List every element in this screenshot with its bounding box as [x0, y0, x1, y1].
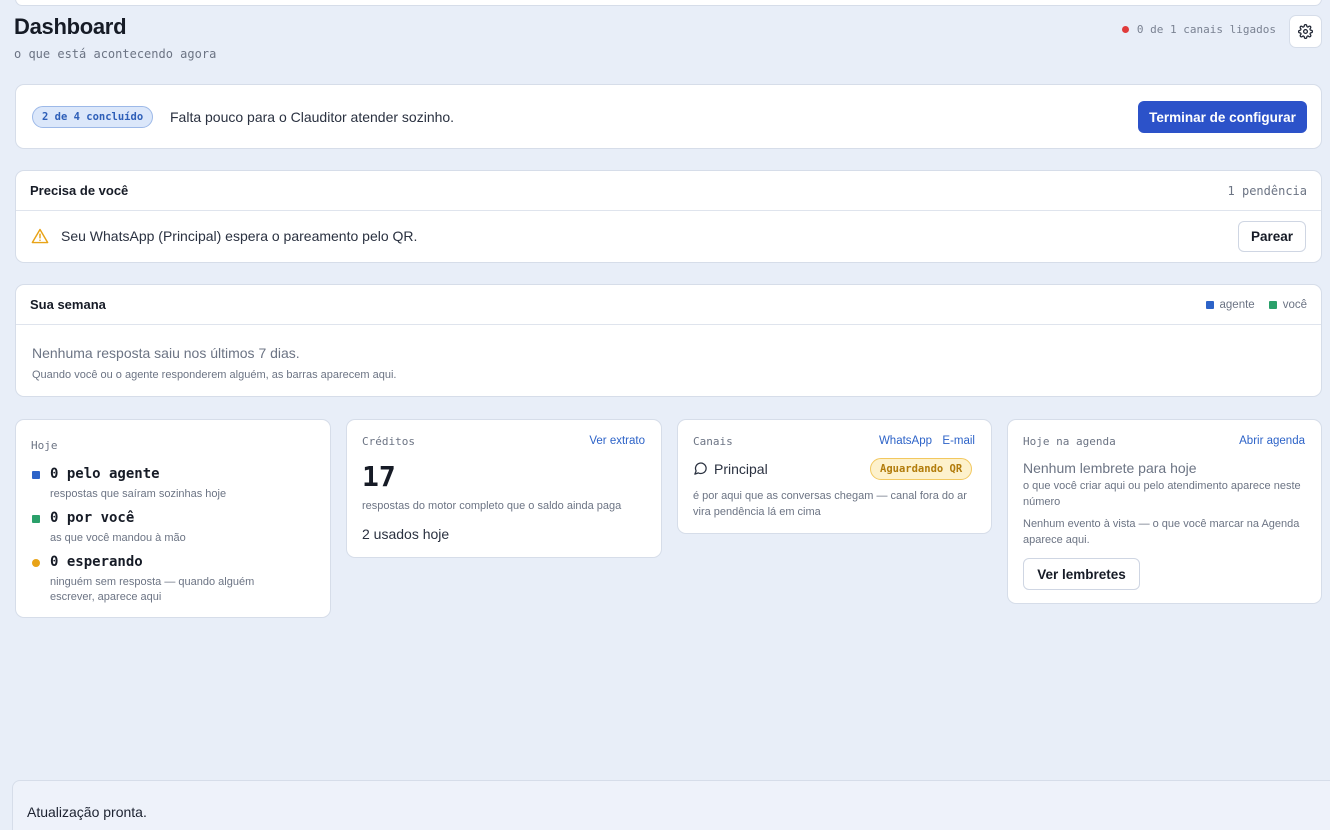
page-subtitle: o que está acontecendo agora [14, 47, 217, 61]
channel-status-badge: Aguardando QR [870, 458, 973, 480]
you-square [32, 515, 40, 523]
credits-value: 17 [362, 460, 396, 493]
finish-setup-button[interactable]: Terminar de configurar [1138, 101, 1307, 133]
pair-button[interactable]: Parear [1238, 221, 1306, 252]
week-header: Sua semana agente você [16, 285, 1321, 325]
agenda-events-text: Nenhum evento à vista — o que você marca… [1023, 518, 1300, 546]
today-you-desc: as que você mandou à mão [50, 532, 186, 544]
today-agent-desc: respostas que saíram sozinhas hoje [50, 488, 227, 500]
pending-count: 1 pendência [1227, 183, 1307, 198]
credits-card: Créditos Ver extrato 17 respostas do mot… [346, 419, 662, 558]
channel-name: Principal [714, 461, 768, 477]
legend-item-agent: agente [1205, 298, 1255, 311]
update-toast: Atualização pronta. [12, 780, 1330, 830]
channels-status: 0 de 1 canais ligados [1121, 23, 1276, 36]
setup-progress-badge: 2 de 4 concluído [32, 106, 154, 128]
today-agent-count: 0 pelo agente [50, 466, 160, 482]
week-empty-text: Nenhuma resposta saiu nos últimos 7 dias… [32, 345, 300, 361]
waiting-dot [32, 559, 40, 567]
credits-desc: respostas do motor completo que o saldo … [362, 500, 622, 512]
email-link[interactable]: E-mail [942, 435, 975, 447]
warning-icon [31, 228, 49, 244]
channels-status-text: 0 de 1 canais ligados [1136, 23, 1276, 36]
gear-icon [1298, 24, 1313, 39]
chat-bubble-icon [694, 462, 707, 475]
setup-progress-card: 2 de 4 concluído Falta pouco para o Clau… [15, 84, 1322, 149]
pending-alert-text: Seu WhatsApp (Principal) espera o paream… [61, 228, 418, 244]
week-hint: Quando você ou o agente responderem algu… [32, 369, 397, 381]
top-card-edge [15, 0, 1322, 6]
agenda-label: Hoje na agenda [1023, 435, 1116, 448]
legend-label-agent: agente [1219, 298, 1255, 311]
channels-desc: é por aqui que as conversas chegam — can… [693, 490, 967, 518]
legend-label-you: você [1282, 298, 1307, 311]
legend-swatch-you [1268, 300, 1277, 309]
whatsapp-link[interactable]: WhatsApp [879, 435, 932, 447]
week-title: Sua semana [30, 297, 106, 312]
needs-you-card: Precisa de você 1 pendência Seu WhatsApp… [15, 170, 1322, 263]
update-toast-text: Atualização pronta. [27, 804, 147, 820]
credits-used-today: 2 usados hoje [362, 526, 450, 542]
agenda-empty-text: Nenhum lembrete para hoje [1023, 460, 1197, 476]
agent-square [32, 471, 40, 479]
agenda-card: Hoje na agenda Abrir agenda Nenhum lembr… [1007, 419, 1322, 604]
week-card: Sua semana agente você Nenhuma resposta … [15, 284, 1322, 397]
view-statement-link[interactable]: Ver extrato [589, 435, 645, 447]
today-card: Hoje 0 pelo agente respostas que saíram … [15, 419, 331, 618]
legend-item-you: você [1268, 298, 1307, 311]
setup-message: Falta pouco para o Clauditor atender soz… [170, 109, 455, 125]
pending-alert-row: Seu WhatsApp (Principal) espera o paream… [16, 211, 1321, 263]
week-legend: agente você [1205, 298, 1307, 311]
needs-you-title: Precisa de você [30, 183, 129, 198]
view-reminders-button[interactable]: Ver lembretes [1023, 558, 1140, 590]
channels-label: Canais [693, 435, 733, 448]
today-label: Hoje [31, 439, 58, 452]
open-agenda-link[interactable]: Abrir agenda [1239, 435, 1305, 447]
today-waiting-desc: ninguém sem resposta — quando alguém esc… [50, 576, 255, 603]
agenda-sub-text: o que você criar aqui ou pelo atendiment… [1023, 480, 1301, 508]
page-title: Dashboard [14, 14, 127, 39]
status-dot [1121, 26, 1129, 33]
channels-card: Canais WhatsApp E-mail Principal Aguarda… [677, 419, 992, 534]
today-waiting-count: 0 esperando [50, 554, 143, 570]
legend-swatch-agent [1205, 300, 1214, 309]
today-you-count: 0 por você [50, 510, 135, 526]
settings-button[interactable] [1289, 15, 1322, 48]
credits-label: Créditos [362, 435, 415, 448]
needs-you-header: Precisa de você 1 pendência [16, 171, 1321, 211]
